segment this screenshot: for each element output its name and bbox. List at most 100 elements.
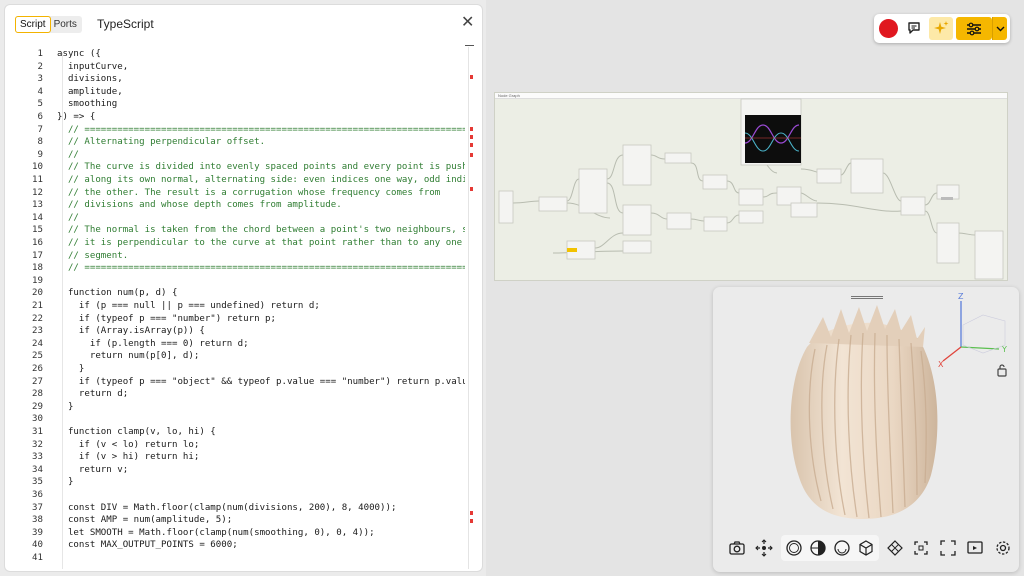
line-number: 3 <box>37 74 43 85</box>
code-text: let SMOOTH = Math.floor(clamp(num(smooth… <box>57 527 375 538</box>
editor-scrollbar[interactable] <box>468 47 469 569</box>
code-line[interactable]: 21 if (p === null || p === undefined) re… <box>5 300 465 313</box>
code-line[interactable]: 37 const DIV = Math.floor(clamp(num(divi… <box>5 502 465 515</box>
code-text: if (Array.isArray(p)) { <box>57 326 205 337</box>
orbit-icon[interactable] <box>753 537 775 559</box>
tab-script[interactable]: Script <box>15 16 51 33</box>
code-line[interactable]: 17 // segment. <box>5 250 465 263</box>
code-line[interactable]: 38 const AMP = num(amplitude, 5); <box>5 514 465 527</box>
line-number: 2 <box>37 61 43 72</box>
svg-text:X: X <box>938 360 944 369</box>
tab-ports[interactable]: Ports <box>50 17 81 32</box>
camera-icon[interactable] <box>726 537 748 559</box>
code-text: if (typeof p === "object" && typeof p.va… <box>57 376 465 387</box>
code-line[interactable]: 33 if (v > hi) return hi; <box>5 451 465 464</box>
code-line[interactable]: 27 if (typeof p === "object" && typeof p… <box>5 376 465 389</box>
code-line[interactable]: 13 // divisions and whose depth comes fr… <box>5 199 465 212</box>
code-line[interactable]: 14 // <box>5 212 465 225</box>
code-line[interactable]: 39 let SMOOTH = Math.floor(clamp(num(smo… <box>5 527 465 540</box>
line-number: 38 <box>32 515 43 526</box>
code-line[interactable]: 40 const MAX_OUTPUT_POINTS = 6000; <box>5 539 465 552</box>
code-text: // Alternating perpendicular offset. <box>57 137 266 148</box>
minimize-icon[interactable] <box>465 45 474 46</box>
scrollbar-marker <box>470 153 473 157</box>
code-line[interactable]: 36 <box>5 489 465 502</box>
code-line[interactable]: 41 <box>5 552 465 565</box>
line-number: 18 <box>32 263 43 274</box>
line-number: 15 <box>32 225 43 236</box>
code-line[interactable]: 8 // Alternating perpendicular offset. <box>5 136 465 149</box>
code-text: const MAX_OUTPUT_POINTS = 6000; <box>57 540 238 551</box>
code-line[interactable]: 6}) => { <box>5 111 465 124</box>
lock-icon[interactable] <box>996 363 1008 377</box>
code-line[interactable]: 15 // The normal is taken from the chord… <box>5 224 465 237</box>
diamond-icon[interactable] <box>884 537 906 559</box>
line-number: 39 <box>32 527 43 538</box>
scrollbar-marker <box>470 143 473 147</box>
editor-header: Script Ports TypeScript ✕ <box>5 5 482 46</box>
code-line[interactable]: 9 // <box>5 149 465 162</box>
sliders-icon[interactable] <box>956 17 992 40</box>
line-number: 8 <box>37 137 43 148</box>
code-line[interactable]: 30 <box>5 413 465 426</box>
code-line[interactable]: 28 return d; <box>5 388 465 401</box>
gear-icon[interactable] <box>992 537 1014 559</box>
code-line[interactable]: 23 if (Array.isArray(p)) { <box>5 325 465 338</box>
half-shaded-sphere-icon[interactable] <box>807 537 829 559</box>
code-line[interactable]: 32 if (v < lo) return lo; <box>5 439 465 452</box>
app-window: Script Ports TypeScript ✕ 1 async ({2 inp… <box>0 0 1024 576</box>
code-line[interactable]: 1 async ({ <box>5 48 465 61</box>
sparkle-icon[interactable] <box>929 17 953 40</box>
scrollbar-marker <box>470 75 473 79</box>
node-graph-window[interactable]: Node Graph <box>494 92 1008 281</box>
code-line[interactable]: 10 // The curve is divided into evenly s… <box>5 161 465 174</box>
code-line[interactable]: 35 } <box>5 476 465 489</box>
code-text: async ({ <box>57 49 101 59</box>
screen-icon[interactable] <box>964 537 986 559</box>
node-graph-canvas[interactable] <box>495 93 1009 282</box>
line-number: 16 <box>32 238 43 248</box>
line-number: 10 <box>32 162 43 173</box>
code-line[interactable]: 11 // along its own normal, alternating … <box>5 174 465 187</box>
code-line[interactable]: 4 amplitude, <box>5 86 465 99</box>
smooth-sphere-icon[interactable] <box>831 537 853 559</box>
code-text: }) => { <box>57 112 96 122</box>
fullscreen-icon[interactable] <box>937 537 959 559</box>
code-text: // segment. <box>57 250 129 261</box>
line-number: 37 <box>32 502 43 513</box>
record-icon[interactable] <box>879 19 898 38</box>
shaded-sphere-icon[interactable] <box>783 537 805 559</box>
model-render[interactable]: Z Y X <box>713 287 1019 527</box>
code-line[interactable]: 5 smoothing <box>5 98 465 111</box>
code-line[interactable]: 31 function clamp(v, lo, hi) { <box>5 426 465 439</box>
viewport-toolbar <box>713 535 1019 561</box>
code-area[interactable]: 1 async ({2 inputCurve, 3 divisions, 4 ampl… <box>5 47 465 571</box>
code-line[interactable]: 12 // the other. The result is a corruga… <box>5 187 465 200</box>
code-line[interactable]: 22 if (typeof p === "number") return p; <box>5 313 465 326</box>
code-line[interactable]: 34 return v; <box>5 464 465 477</box>
svg-text:Z: Z <box>958 292 964 301</box>
code-text: } <box>57 477 74 488</box>
chat-icon[interactable] <box>907 21 921 35</box>
code-line[interactable]: 16 // it is perpendicular to the curve a… <box>5 237 465 250</box>
code-line[interactable]: 20 function num(p, d) { <box>5 287 465 300</box>
code-line[interactable]: 19 <box>5 275 465 288</box>
line-number: 28 <box>32 389 43 400</box>
chevron-down-icon[interactable] <box>992 17 1007 40</box>
frame-selection-icon[interactable] <box>910 537 932 559</box>
3d-viewport[interactable]: Z Y X <box>713 287 1019 572</box>
line-number: 26 <box>32 364 43 374</box>
code-text: // =====================================… <box>57 263 465 274</box>
code-line[interactable]: 25 return num(p[0], d); <box>5 350 465 363</box>
line-number: 7 <box>37 124 43 135</box>
cube-icon[interactable] <box>855 537 877 559</box>
code-line[interactable]: 18 // ==================================… <box>5 262 465 275</box>
code-line[interactable]: 7 // ===================================… <box>5 124 465 137</box>
code-line[interactable]: 29 } <box>5 401 465 414</box>
code-line[interactable]: 24 if (p.length === 0) return d; <box>5 338 465 351</box>
code-text: return d; <box>57 389 129 400</box>
close-icon[interactable]: ✕ <box>461 14 474 32</box>
code-line[interactable]: 26 } <box>5 363 465 376</box>
code-line[interactable]: 3 divisions, <box>5 73 465 86</box>
code-line[interactable]: 2 inputCurve, <box>5 61 465 74</box>
